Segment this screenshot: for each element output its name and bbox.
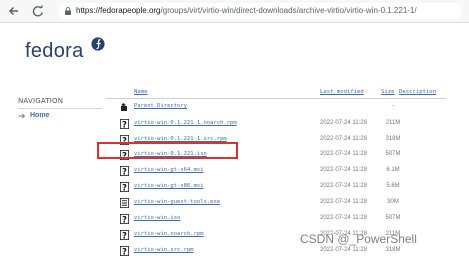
table-row: Parent Directory - — [106, 101, 469, 113]
file-size: 507M — [385, 215, 401, 221]
column-header-description[interactable]: Description — [399, 89, 436, 95]
svg-text:?: ? — [122, 247, 127, 256]
table-row: ? virtio-win-gt-x86.msi 2022-07-24 11:28… — [106, 181, 469, 193]
file-link[interactable]: virtio-win.iso — [134, 215, 180, 221]
url-path: /groups/virt/virtio-win/direct-downloads… — [160, 6, 417, 15]
file-size: - — [392, 103, 394, 109]
svg-text:?: ? — [122, 231, 127, 240]
binary-file-icon — [120, 198, 129, 208]
file-link[interactable]: Parent Directory — [134, 103, 187, 109]
unknown-file-icon: ? — [120, 119, 129, 129]
address-bar[interactable]: https://fedorapeople.org/groups/virt/vir… — [58, 3, 462, 19]
file-date: 2022-07-24 11:28 — [320, 247, 367, 253]
sidebar-item-home[interactable]: ➔ Home — [18, 111, 78, 123]
sidebar: NAVIGATION ➔ Home — [18, 97, 102, 122]
header-divider — [106, 98, 446, 99]
svg-text:?: ? — [122, 167, 127, 176]
reload-icon[interactable] — [30, 3, 46, 19]
file-date: 2022-07-24 11:28 — [320, 183, 367, 189]
file-date: 2022-07-24 11:28 — [320, 136, 367, 142]
file-date: 2022-07-24 11:28 — [320, 120, 367, 126]
file-size: 6.1M — [386, 167, 400, 173]
column-header-last-modified[interactable]: Last modified — [320, 89, 364, 95]
table-row: ? virtio-win-gt-x64.msi 2022-07-24 11:28… — [106, 165, 469, 177]
file-link[interactable]: virtio-win.noarch.rpm — [134, 231, 204, 237]
sidebar-divider — [18, 108, 102, 109]
file-size: 507M — [385, 151, 401, 157]
unknown-file-icon: ? — [120, 166, 129, 176]
fedora-infinity-logo-icon — [91, 37, 105, 51]
table-row: virtio-win-guest-tools.exe 2022-07-24 11… — [106, 197, 469, 209]
page-content: fedora NAVIGATION ➔ Home Name Last modif… — [0, 23, 469, 258]
sidebar-item-label[interactable]: Home — [30, 112, 49, 119]
file-size: 211M — [385, 120, 401, 126]
file-date: 2022-07-24 11:28 — [320, 215, 367, 221]
file-size: 318M — [385, 247, 401, 253]
file-link[interactable]: virtio-win-0.1.221-1.noarch.rpm — [134, 120, 237, 126]
watermark: CSDN @_PowerShell — [300, 232, 417, 246]
table-row: ? virtio-win.iso 2022-07-24 11:28 507M — [106, 213, 469, 225]
file-size: 5.6M — [386, 183, 400, 189]
table-row: ? virtio-win.src.rpm 2022-07-24 11:28 31… — [106, 245, 469, 257]
highlight-annotation-box — [97, 142, 238, 159]
column-header-name[interactable]: Name — [134, 89, 147, 95]
back-arrow-icon[interactable] — [6, 3, 22, 19]
lock-icon — [65, 7, 71, 15]
file-size: 318M — [385, 136, 401, 142]
svg-text:?: ? — [122, 183, 127, 192]
file-link[interactable]: virtio-win.src.rpm — [134, 247, 194, 253]
url-text: https://fedorapeople.org/groups/virt/vir… — [76, 5, 417, 17]
unknown-file-icon: ? — [120, 214, 129, 224]
unknown-file-icon: ? — [120, 230, 129, 240]
file-size: 30M — [387, 199, 399, 205]
table-row: ? virtio-win-0.1.221-1.noarch.rpm 2022-0… — [106, 118, 469, 130]
sidebar-heading: NAVIGATION — [18, 97, 64, 105]
file-date: 2022-07-24 11:28 — [320, 151, 367, 157]
browser-toolbar: https://fedorapeople.org/groups/virt/vir… — [0, 0, 469, 23]
file-link[interactable]: virtio-win-gt-x64.msi — [134, 167, 204, 173]
unknown-file-icon: ? — [120, 182, 129, 192]
arrow-right-icon: ➔ — [18, 112, 26, 122]
fedora-logo-text[interactable]: fedora — [25, 39, 84, 63]
svg-text:?: ? — [122, 120, 127, 129]
back-folder-icon — [121, 103, 127, 111]
file-link[interactable]: virtio-win-gt-x86.msi — [134, 183, 204, 189]
unknown-file-icon: ? — [120, 246, 129, 256]
file-link[interactable]: virtio-win-guest-tools.exe — [134, 199, 220, 205]
file-date: 2022-07-24 11:28 — [320, 199, 367, 205]
file-date: 2022-07-24 11:28 — [320, 167, 367, 173]
url-host: https://fedorapeople.org — [76, 6, 161, 15]
svg-text:?: ? — [122, 215, 127, 224]
column-header-size[interactable]: Size — [381, 89, 394, 95]
